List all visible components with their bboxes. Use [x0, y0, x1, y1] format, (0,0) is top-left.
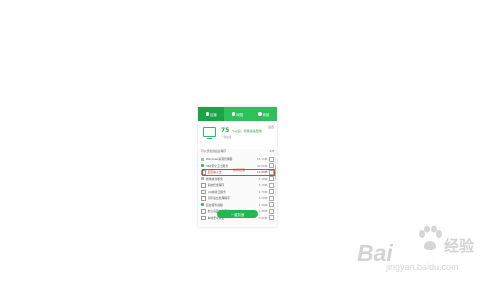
accelerate-button[interactable]: 一键加速	[217, 210, 258, 218]
tab-network-label: 网络	[236, 112, 244, 117]
process-name: 打印后台处理程序	[207, 196, 230, 201]
process-checkbox[interactable]	[269, 163, 274, 169]
green-dot-icon	[201, 203, 204, 207]
list-count: 1/8	[269, 149, 274, 153]
shield-icon	[201, 164, 204, 168]
process-checkbox[interactable]	[269, 176, 274, 182]
tab-bar: 加速 网络 系统	[198, 107, 277, 123]
process-name: 百度输入法	[207, 170, 222, 175]
watermark-url: jingyan.baidu.com	[386, 262, 459, 272]
app-icon	[201, 157, 204, 161]
app-icon	[201, 183, 206, 188]
process-size: 49.5MB	[256, 163, 268, 168]
process-name: 系统托盘程序	[207, 183, 225, 188]
tab-accelerate[interactable]: 加速	[198, 107, 225, 123]
process-size: 12.6MB	[256, 170, 268, 175]
process-checkbox[interactable]	[269, 169, 274, 175]
app-icon	[201, 170, 206, 175]
process-checkbox[interactable]	[269, 195, 274, 201]
app-icon	[201, 196, 206, 201]
process-name: 360安全卫士服务	[206, 163, 229, 168]
app-icon	[201, 189, 206, 194]
app-icon	[201, 177, 204, 181]
tab-system[interactable]: 系统	[251, 107, 277, 121]
status-percent: 75	[221, 127, 230, 134]
process-name: 搜狗拼音服务	[206, 176, 223, 181]
tab-accelerate-label: 加速	[210, 112, 217, 117]
home-icon	[258, 112, 262, 116]
process-checkbox[interactable]	[269, 215, 274, 221]
process-size: 55.1MB	[256, 157, 268, 162]
process-size: 2.7MB	[258, 189, 268, 194]
process-size: 2.0MB	[258, 196, 268, 201]
globe-icon	[231, 112, 236, 116]
process-size: 5.4MB	[258, 176, 268, 181]
status-message: %以后，我能提速更快	[232, 129, 262, 133]
process-name: QQ拼音云服务	[207, 189, 226, 194]
baidu-paw-icon	[419, 225, 442, 250]
watermark-brand-cn: 经验	[444, 237, 475, 255]
scrollbar-thumb[interactable]	[274, 165, 276, 179]
process-name: 后台服务进程	[206, 202, 223, 207]
app-icon	[201, 215, 206, 220]
app-icon	[201, 209, 206, 214]
process-size: 3.7MB	[258, 183, 268, 188]
tab-system-label: 系统	[262, 112, 270, 117]
list-header: 可以优化的后台程序 1/8	[201, 149, 274, 154]
accelerator-panel: 加速 网络 系统 75 %以后，我能提速更快 一键加速 设置 可以优化的后台程序…	[198, 107, 277, 227]
tab-network[interactable]: 网络	[224, 107, 250, 121]
process-checkbox[interactable]	[269, 189, 274, 195]
process-size: 1.4MB	[258, 202, 268, 207]
settings-link[interactable]: 设置	[268, 125, 274, 129]
process-checkbox[interactable]	[269, 202, 274, 208]
status-area: 75 %以后，我能提速更快 一键加速 设置	[198, 121, 277, 149]
status-sub: 一键加速	[221, 136, 232, 139]
process-name: Windows资源管理器	[206, 157, 233, 162]
process-checkbox[interactable]	[269, 208, 274, 214]
process-checkbox[interactable]	[269, 182, 274, 188]
process-checkbox[interactable]	[269, 156, 274, 162]
list-header-label: 可以优化的后台程序	[201, 149, 227, 153]
list-scrollbar[interactable]	[274, 157, 276, 197]
monitor-icon	[203, 127, 216, 139]
recommend-tag: 推荐结束	[233, 168, 246, 172]
rocket-icon	[205, 112, 210, 116]
